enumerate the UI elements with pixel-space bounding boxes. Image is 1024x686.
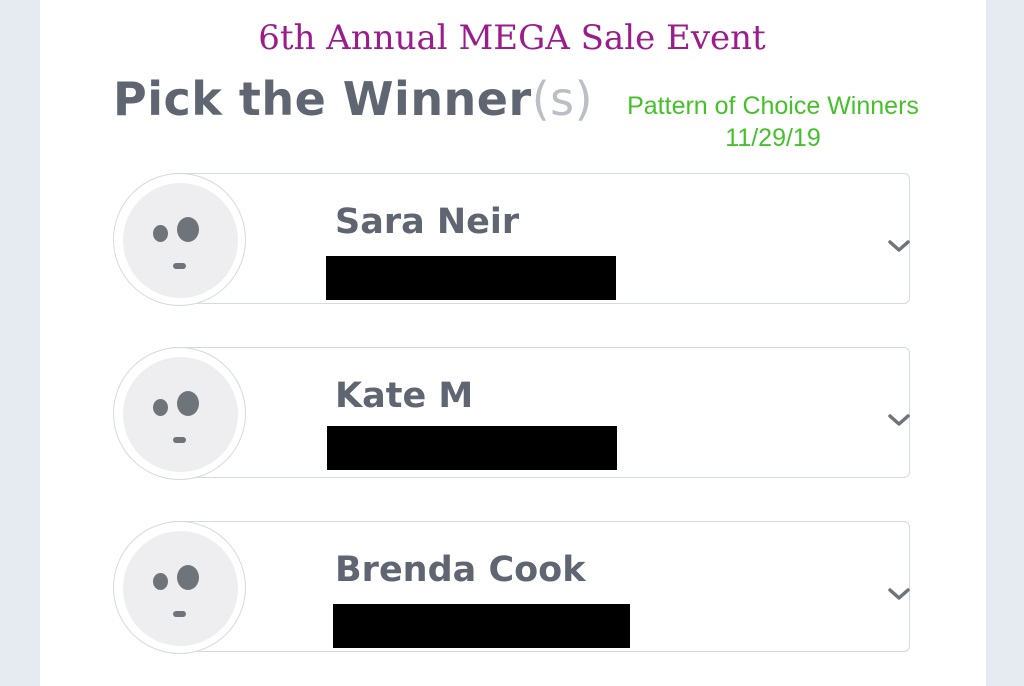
avatar-eye [153,399,168,416]
winner-row[interactable]: Brenda Cook [113,521,911,654]
placeholder-face-icon [123,357,238,472]
avatar-mouth [173,611,186,617]
winner-row[interactable]: Sara Neir [113,173,911,306]
avatar-eye [177,217,199,242]
avatar [113,173,246,306]
winner-card[interactable]: Kate M [168,347,910,478]
page-title: Pick the Winner(s) [113,72,593,126]
winner-name: Sara Neir [335,202,520,242]
avatar [113,521,246,654]
avatar-eye [153,573,168,590]
placeholder-face-icon [123,183,238,298]
winners-note-date: 11/29/19 [725,124,821,152]
page-title-suffix: (s) [531,72,594,126]
redacted-detail [326,256,616,300]
avatar-eye [153,225,168,242]
winner-name: Brenda Cook [335,550,586,590]
placeholder-face-icon [123,531,238,646]
page-title-main: Pick the Winner [113,72,532,126]
winner-card[interactable]: Brenda Cook [168,521,910,652]
avatar-eye [177,565,199,590]
redacted-detail [333,604,630,648]
winner-name: Kate M [335,376,474,416]
chevron-down-icon[interactable] [887,408,911,432]
chevron-down-icon[interactable] [887,234,911,258]
winners-note: Pattern of Choice Winners 11/29/19 [606,90,940,154]
event-title: 6th Annual MEGA Sale Event [258,18,766,58]
chevron-down-icon[interactable] [887,582,911,606]
redacted-detail [327,426,617,470]
avatar-mouth [173,437,186,443]
winner-card[interactable]: Sara Neir [168,173,910,304]
avatar-eye [177,391,199,416]
avatar-mouth [173,263,186,269]
winners-note-title: Pattern of Choice Winners [627,92,919,120]
winner-row[interactable]: Kate M [113,347,911,480]
avatar [113,347,246,480]
